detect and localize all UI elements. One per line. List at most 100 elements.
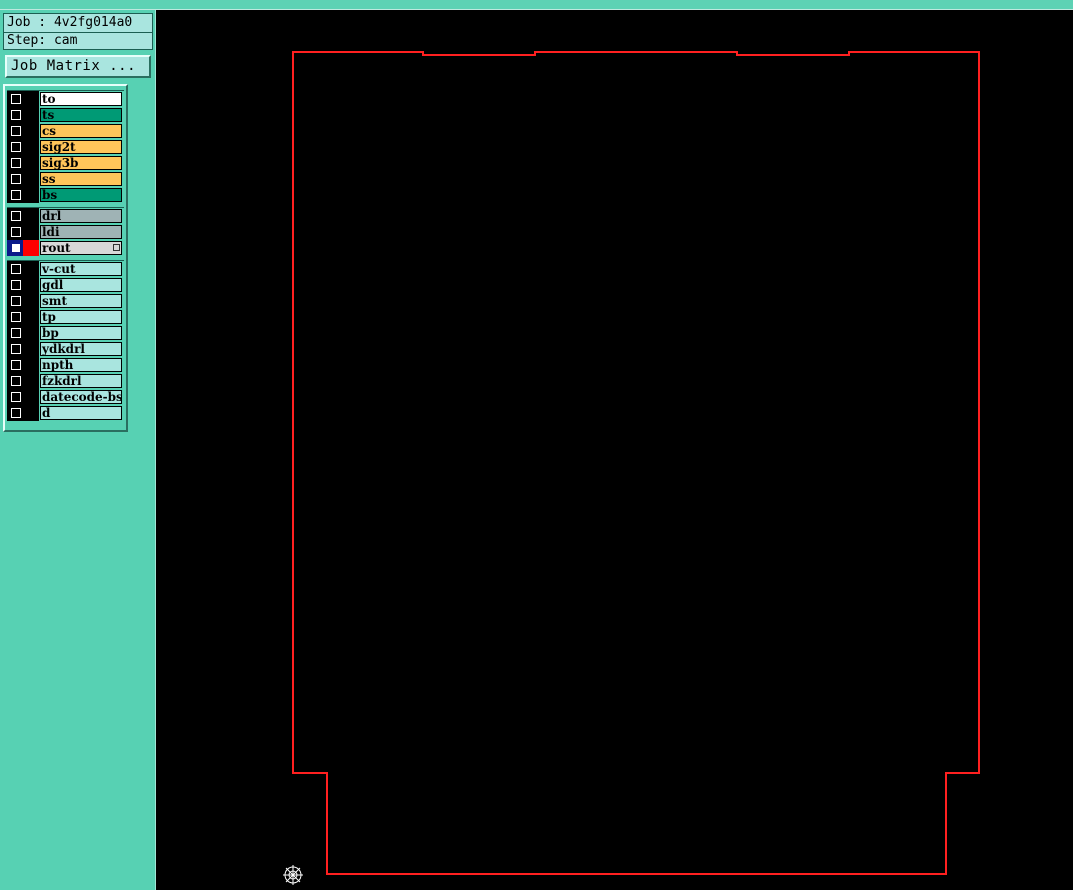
layer-checkbox[interactable] (7, 277, 23, 293)
layer-display-color-swatch[interactable] (23, 325, 39, 341)
checkbox-square-icon (11, 392, 21, 402)
layer-checkbox[interactable] (7, 357, 23, 373)
layer-name-label[interactable]: ts (40, 108, 122, 122)
top-toolbar-strip (0, 0, 1073, 10)
layer-checkbox[interactable] (7, 187, 23, 203)
layer-display-color-swatch[interactable] (23, 123, 39, 139)
layer-row-d[interactable]: d (7, 405, 124, 421)
layer-name-label[interactable]: d (40, 406, 122, 420)
layer-row-cs[interactable]: cs (7, 123, 124, 139)
layer-name-label[interactable]: rout (40, 241, 122, 255)
layer-display-color-swatch[interactable] (23, 389, 39, 405)
layer-checkbox[interactable] (7, 389, 23, 405)
layer-checkbox[interactable] (7, 309, 23, 325)
layer-row-bs[interactable]: bs (7, 187, 124, 203)
layer-display-color-swatch[interactable] (23, 373, 39, 389)
checkbox-square-icon (11, 94, 21, 104)
layer-name-label[interactable]: bp (40, 326, 122, 340)
layer-row-ldi[interactable]: ldi (7, 224, 124, 240)
layer-row-tp[interactable]: tp (7, 309, 124, 325)
job-matrix-button[interactable]: Job Matrix ... (5, 55, 151, 78)
layer-checkbox[interactable] (7, 171, 23, 187)
layer-display-color-swatch[interactable] (23, 261, 39, 277)
layer-display-color-swatch[interactable] (23, 309, 39, 325)
layer-checkbox[interactable] (7, 91, 23, 107)
layer-name-label[interactable]: npth (40, 358, 122, 372)
affected-layer-icon (113, 244, 120, 251)
layer-name-label[interactable]: drl (40, 209, 122, 223)
drill-layer-group: drl ldi rout (7, 207, 124, 256)
layer-row-npth[interactable]: npth (7, 357, 124, 373)
layer-row-sig2t[interactable]: sig2t (7, 139, 124, 155)
layer-row-ss[interactable]: ss (7, 171, 124, 187)
layer-display-color-swatch[interactable] (23, 341, 39, 357)
checkbox-square-icon (11, 227, 21, 237)
layer-checkbox[interactable] (7, 123, 23, 139)
layer-name-label[interactable]: sig3b (40, 156, 122, 170)
layer-row-sig3b[interactable]: sig3b (7, 155, 124, 171)
layer-row-drl[interactable]: drl (7, 208, 124, 224)
checkbox-square-icon (11, 376, 21, 386)
layer-checkbox[interactable] (7, 405, 23, 421)
layer-display-color-swatch[interactable] (23, 357, 39, 373)
layer-checkbox[interactable] (7, 261, 23, 277)
layer-sidebar: Job : 4v2fg014a0 Step: cam Job Matrix ..… (0, 10, 156, 890)
layer-display-color-swatch[interactable] (23, 293, 39, 309)
layer-checkbox[interactable] (7, 325, 23, 341)
layer-row-ydkdrl[interactable]: ydkdrl (7, 341, 124, 357)
job-info-box: Job : 4v2fg014a0 Step: cam (3, 13, 153, 50)
layer-row-fzkdrl[interactable]: fzkdrl (7, 373, 124, 389)
layer-checkbox[interactable] (7, 240, 23, 256)
layer-display-color-swatch[interactable] (23, 224, 39, 240)
layer-checkbox[interactable] (7, 208, 23, 224)
layer-row-v-cut[interactable]: v-cut (7, 261, 124, 277)
layer-display-color-swatch[interactable] (23, 405, 39, 421)
layer-name-label[interactable]: v-cut (40, 262, 122, 276)
layer-name-label[interactable]: fzkdrl (40, 374, 122, 388)
misc-layer-group: v-cut gdl smt tp bp ydkdrl npth fzkdrl datecode-… (7, 260, 124, 421)
layer-name-label[interactable]: cs (40, 124, 122, 138)
layer-display-color-swatch[interactable] (23, 240, 39, 256)
checkbox-square-icon (11, 264, 21, 274)
layer-row-rout[interactable]: rout (7, 240, 124, 256)
checkbox-square-icon (11, 142, 21, 152)
checkbox-square-icon (11, 408, 21, 418)
layer-display-color-swatch[interactable] (23, 91, 39, 107)
layer-name-label[interactable]: ss (40, 172, 122, 186)
layer-name-label[interactable]: ldi (40, 225, 122, 239)
checkbox-square-icon (11, 296, 21, 306)
layer-display-color-swatch[interactable] (23, 208, 39, 224)
layer-row-datecode-bs[interactable]: datecode-bs (7, 389, 124, 405)
layer-list-panel: to ts cs sig2t sig3b ss bs drl ldi rout v-cut gdl… (3, 84, 128, 432)
layer-display-color-swatch[interactable] (23, 107, 39, 123)
layer-name-label[interactable]: sig2t (40, 140, 122, 154)
layer-name-label[interactable]: bs (40, 188, 122, 202)
layer-name-label[interactable]: gdl (40, 278, 122, 292)
layer-checkbox[interactable] (7, 341, 23, 357)
layer-row-gdl[interactable]: gdl (7, 277, 124, 293)
graphic-canvas[interactable] (156, 10, 1073, 890)
layer-name-label[interactable]: datecode-bs (40, 390, 122, 404)
checkbox-square-icon (11, 126, 21, 136)
layer-name-label[interactable]: tp (40, 310, 122, 324)
checkbox-square-icon (11, 158, 21, 168)
layer-name-label[interactable]: smt (40, 294, 122, 308)
layer-display-color-swatch[interactable] (23, 277, 39, 293)
layer-row-smt[interactable]: smt (7, 293, 124, 309)
layer-checkbox[interactable] (7, 107, 23, 123)
layer-name-label[interactable]: to (40, 92, 122, 106)
layer-display-color-swatch[interactable] (23, 139, 39, 155)
layer-checkbox[interactable] (7, 373, 23, 389)
layer-row-to[interactable]: to (7, 91, 124, 107)
layer-checkbox[interactable] (7, 139, 23, 155)
layer-checkbox[interactable] (7, 155, 23, 171)
layer-display-color-swatch[interactable] (23, 187, 39, 203)
layer-display-color-swatch[interactable] (23, 171, 39, 187)
layer-row-ts[interactable]: ts (7, 107, 124, 123)
layer-display-color-swatch[interactable] (23, 155, 39, 171)
checkbox-square-icon (11, 344, 21, 354)
layer-checkbox[interactable] (7, 293, 23, 309)
layer-row-bp[interactable]: bp (7, 325, 124, 341)
layer-name-label[interactable]: ydkdrl (40, 342, 122, 356)
layer-checkbox[interactable] (7, 224, 23, 240)
